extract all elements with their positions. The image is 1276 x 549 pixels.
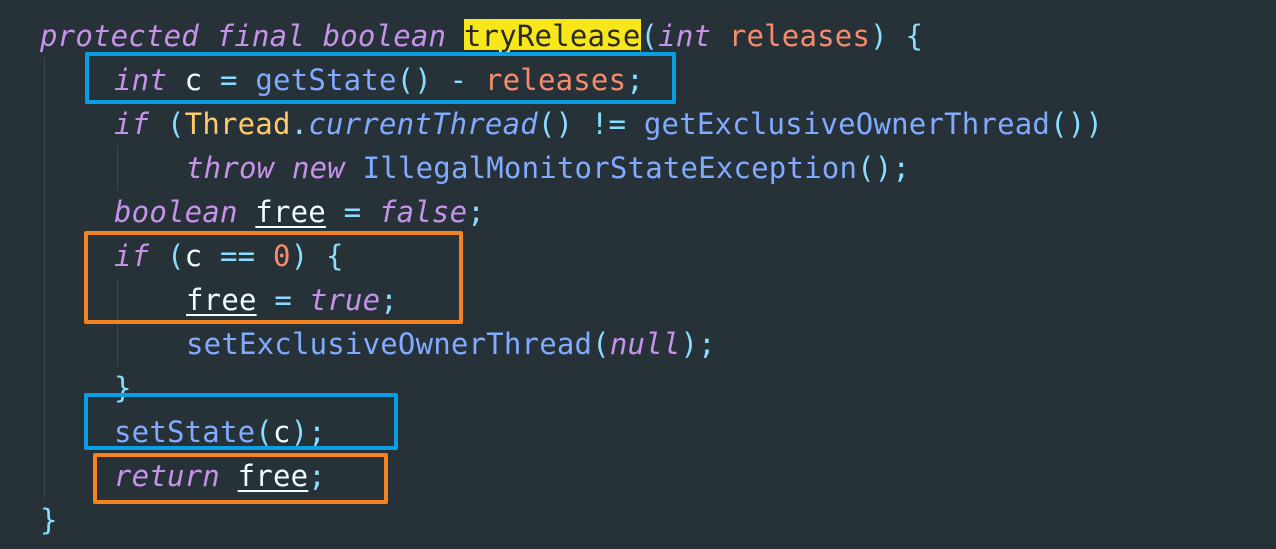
paren-open: ( [167,107,185,141]
keyword-final: final [216,19,305,53]
literal-false: false [378,195,468,229]
class-IllegalMonitorStateException: IllegalMonitorStateException [362,151,858,185]
code-line-5[interactable]: boolean free = false; [114,190,485,234]
indent-guide-outer [44,58,45,498]
annotation-box-return [93,453,388,504]
brace-close: } [40,503,58,537]
parens: () [537,107,574,141]
method-name-highlighted[interactable]: tryRelease [463,19,641,53]
operator-assign: = [343,195,362,229]
code-line-12[interactable]: } [40,498,58,542]
keyword-if: if [114,107,150,141]
parens: () [857,151,893,185]
code-line-4[interactable]: throw new IllegalMonitorStateException()… [186,146,910,190]
literal-null: null [609,327,681,361]
semicolon: ; [892,151,911,185]
brace-open: { [905,19,924,53]
keyword-boolean: boolean [322,19,447,53]
code-line-3[interactable]: if (Thread.currentThread() != getExclusi… [114,102,1103,146]
semicolon: ; [467,195,485,229]
annotation-box-setstate [84,393,398,450]
keyword-int: int [658,19,712,53]
operator-not-equal: != [590,107,627,141]
class-Thread: Thread [184,107,291,141]
indent-guide-throw [117,146,118,190]
keyword-throw: throw [186,151,275,185]
annotation-box-if-zero [84,231,463,324]
parameter-releases: releases [728,19,871,53]
keyword-boolean: boolean [114,195,238,229]
variable-free: free [255,195,326,229]
keyword-new: new [291,151,345,185]
paren-open: ( [640,19,659,53]
paren-close: ) [870,19,888,53]
call-currentThread: currentThread [308,107,538,141]
paren-open: ( [592,327,610,361]
call-setExclusiveOwnerThread: setExclusiveOwnerThread [186,327,593,361]
code-editor[interactable]: protected final boolean tryRelease(int r… [0,0,1276,549]
annotation-box-getstate [85,52,676,104]
paren-close: ) [680,327,699,361]
code-line-8[interactable]: setExclusiveOwnerThread(null); [186,322,716,366]
keyword-protected: protected [40,19,199,53]
parens-close: ()) [1050,107,1104,141]
semicolon: ; [698,327,716,361]
call-getExclusiveOwnerThread: getExclusiveOwnerThread [643,107,1051,141]
dot: . [290,107,309,141]
